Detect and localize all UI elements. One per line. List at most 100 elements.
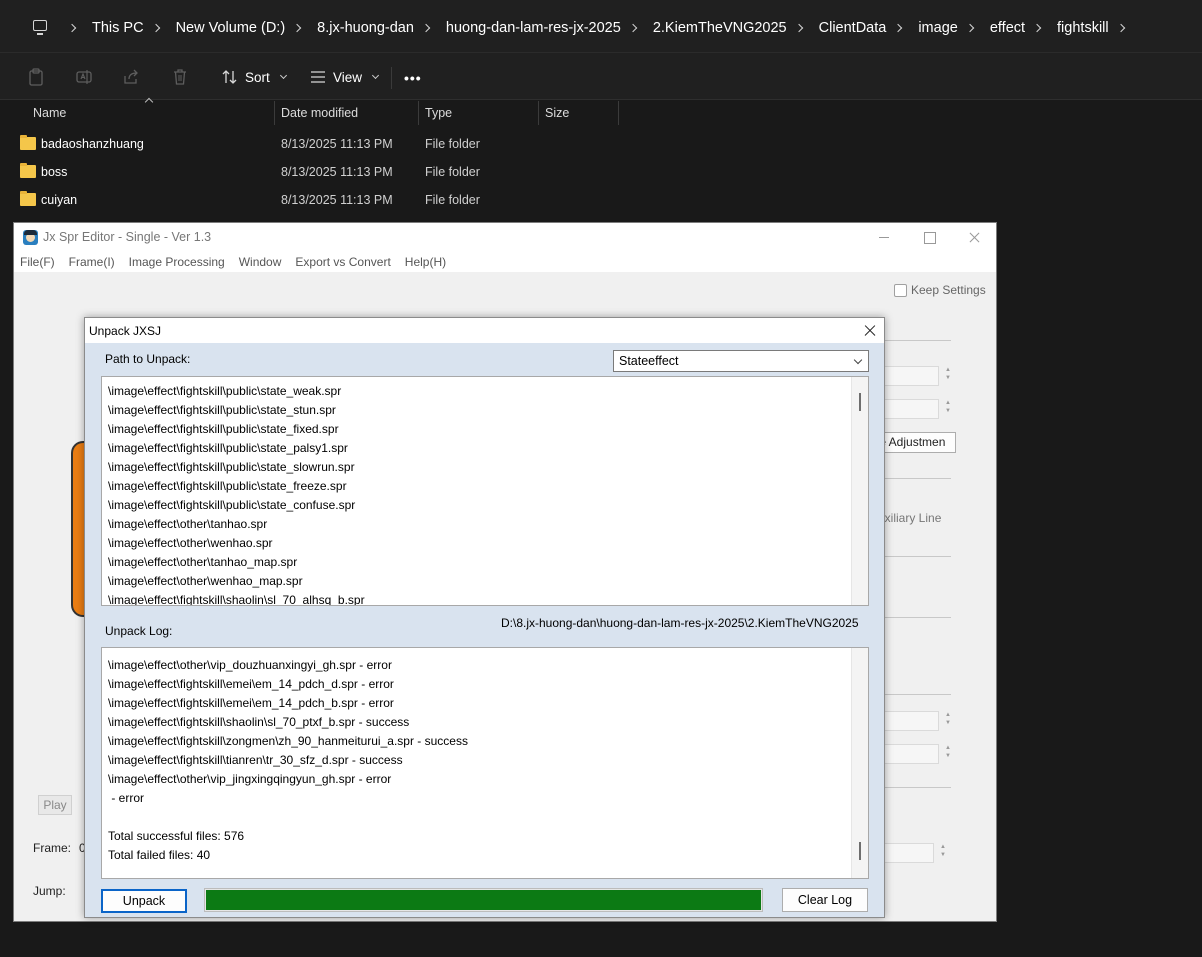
breadcrumb-item[interactable]: effect [990,20,1025,36]
file-name: badaoshanzhuang [41,137,144,151]
column-type[interactable]: Type [419,100,452,126]
chevron-down-icon[interactable] [853,355,863,365]
chevron-right-icon[interactable] [628,23,638,33]
menu-file[interactable]: File(F) [20,255,55,269]
rename-icon[interactable] [76,68,92,86]
breadcrumb-item[interactable]: ClientData [819,20,887,36]
folder-icon [20,163,36,178]
breadcrumb-item[interactable]: image [918,20,958,36]
unpack-dialog: Unpack JXSJ Path to Unpack: Stateeffect … [84,317,885,918]
divider [884,694,951,695]
file-row[interactable]: badaoshanzhuang 8/13/2025 11:13 PM File … [0,130,1202,158]
list-item: \image\effect\other\wenhao.spr [108,536,273,550]
file-date: 8/13/2025 11:13 PM [281,193,393,207]
minimize-icon[interactable] [869,227,899,249]
unpack-button[interactable]: Unpack [101,889,187,913]
maximize-icon[interactable] [914,227,944,249]
delete-icon[interactable] [172,68,188,86]
breadcrumb-item[interactable]: fightskill [1057,20,1109,36]
editor-title-bar[interactable]: Jx Spr Editor - Single - Ver 1.3 [14,223,996,252]
menu-image-processing[interactable]: Image Processing [129,255,225,269]
chevron-right-icon[interactable] [894,23,903,33]
log-line: \image\effect\other\vip_douzhuanxingyi_g… [108,658,392,672]
chevron-right-icon[interactable] [794,23,803,33]
file-type: File folder [425,137,480,151]
menu-export-convert[interactable]: Export vs Convert [295,255,390,269]
checkbox-icon[interactable] [894,283,907,297]
divider [884,478,951,479]
scrollbar-thumb[interactable] [859,842,861,860]
column-name[interactable]: Name [27,100,66,126]
share-icon[interactable] [123,68,139,86]
list-item: \image\effect\other\wenhao_map.spr [108,574,303,588]
scrollbar[interactable] [851,648,868,878]
chevron-right-icon[interactable] [67,23,77,33]
list-item: \image\effect\fightskill\public\state_sl… [108,460,355,474]
keep-settings-checkbox[interactable]: Keep Settings [894,283,986,297]
spinner-arrows-icon[interactable]: ▲ ▼ [943,744,953,762]
breadcrumb-item[interactable]: 2.KiemTheVNG2025 [653,20,787,36]
path-list-items: \image\effect\fightskill\public\state_we… [108,382,365,605]
spinner-arrows-icon[interactable]: ▲ ▼ [943,711,953,729]
breadcrumb-item[interactable]: 8.jx-huong-dan [317,20,414,36]
view-label: View [333,69,363,85]
spinner-arrows-icon[interactable]: ▲ ▼ [943,366,953,384]
unpack-log-label: Unpack Log: [105,624,173,638]
close-icon[interactable] [860,321,880,341]
chevron-down-icon [371,71,380,80]
column-divider[interactable] [618,101,619,125]
play-button[interactable]: Play [38,795,72,815]
scrollbar-thumb[interactable] [859,393,861,411]
chevron-right-icon[interactable] [1032,23,1042,33]
column-size[interactable]: Size [539,100,569,126]
menu-window[interactable]: Window [239,255,282,269]
chevron-right-icon[interactable] [292,23,302,33]
dialog-title: Unpack JXSJ [89,324,162,338]
file-name: cuiyan [41,193,78,207]
column-header: Name Date modified Type Size [0,97,1202,126]
breadcrumb-item[interactable]: New Volume (D:) [176,20,286,36]
folder-icon [20,135,36,150]
menu-help[interactable]: Help(H) [405,255,446,269]
spinner-arrows-icon[interactable]: ▲ ▼ [938,843,948,861]
breadcrumb-item[interactable]: This PC [92,20,144,36]
log-line: \image\effect\fightskill\tianren\tr_30_s… [108,753,403,767]
effect-type-dropdown[interactable]: Stateeffect [613,350,869,372]
chevron-right-icon[interactable] [1116,23,1125,33]
breadcrumb: This PC New Volume (D:) 8.jx-huong-dan h… [60,17,1141,39]
dropdown-value: Stateeffect [619,354,679,368]
file-date: 8/13/2025 11:13 PM [281,165,393,179]
sort-button[interactable]: Sort [222,66,287,88]
auxiliary-line-option[interactable]: uxiliary Line [878,511,958,525]
view-button[interactable]: View [310,66,380,88]
log-line: \image\effect\other\vip_jingxingqingyun_… [108,772,392,786]
more-options-icon[interactable]: ••• [404,71,422,85]
breadcrumb-item[interactable]: huong-dan-lam-res-jx-2025 [446,20,621,36]
paste-icon[interactable] [28,68,44,86]
log-line: Total failed files: 40 [108,848,211,862]
view-icon [311,71,325,83]
chevron-right-icon[interactable] [421,23,431,33]
editor-menu-bar: File(F) Frame(I) Image Processing Window… [14,252,996,272]
menu-frame[interactable]: Frame(I) [69,255,115,269]
computer-icon[interactable] [33,20,47,35]
scrollbar[interactable] [851,377,868,605]
file-row[interactable]: cuiyan 8/13/2025 11:13 PM File folder [0,186,1202,214]
path-list[interactable]: \image\effect\fightskill\public\state_we… [101,376,869,606]
unpack-log[interactable]: \image\effect\other\vip_douzhuanxingyi_g… [101,647,869,879]
sort-ascending-icon [144,97,154,107]
spinner-arrows-icon[interactable]: ▲ ▼ [943,399,953,417]
log-entries: \image\effect\other\vip_douzhuanxingyi_g… [108,656,468,865]
column-date-modified[interactable]: Date modified [275,100,358,126]
keep-settings-label: Keep Settings [911,283,986,297]
list-item: \image\effect\other\tanhao.spr [108,517,268,531]
clear-log-button[interactable]: Clear Log [782,888,868,912]
file-row[interactable]: boss 8/13/2025 11:13 PM File folder [0,158,1202,186]
log-line: \image\effect\fightskill\zongmen\zh_90_h… [108,734,468,748]
dialog-title-bar[interactable]: Unpack JXSJ [85,318,884,343]
chevron-right-icon[interactable] [151,23,160,33]
list-item: \image\effect\fightskill\public\state_co… [108,498,356,512]
address-bar[interactable]: This PC New Volume (D:) 8.jx-huong-dan h… [0,0,1202,53]
close-icon[interactable] [959,227,989,249]
chevron-right-icon[interactable] [965,23,975,33]
